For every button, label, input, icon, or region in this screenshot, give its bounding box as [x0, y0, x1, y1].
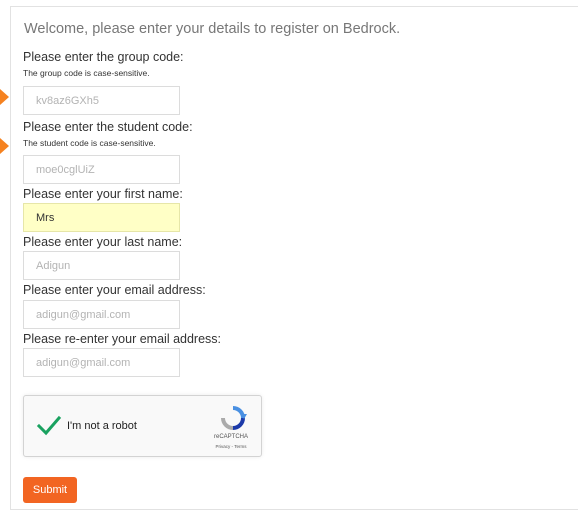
last-name-label: Please enter your last name:: [23, 235, 183, 249]
group-code-input[interactable]: [23, 86, 180, 115]
email-label: Please enter your email address:: [23, 283, 206, 297]
group-code-hint: The group code is case-sensitive.: [23, 68, 150, 78]
first-name-input[interactable]: [23, 203, 180, 232]
last-name-input[interactable]: [23, 251, 180, 280]
student-code-label: Please enter the student code:: [23, 120, 193, 134]
email-input[interactable]: [23, 300, 180, 329]
recaptcha-terms-link[interactable]: Privacy - Terms: [202, 444, 260, 449]
student-code-hint: The student code is case-sensitive.: [23, 138, 156, 148]
pointer-arrow-icon: [0, 138, 9, 154]
first-name-label: Please enter your first name:: [23, 187, 183, 201]
recaptcha-label: I'm not a robot: [67, 420, 137, 432]
recaptcha-logo-icon: [221, 406, 247, 430]
email-confirm-input[interactable]: [23, 348, 180, 377]
group-code-label: Please enter the group code:: [23, 50, 184, 64]
submit-button[interactable]: Submit: [23, 477, 77, 503]
student-code-input[interactable]: [23, 155, 180, 184]
pointer-arrow-icon: [0, 89, 9, 105]
checkmark-icon[interactable]: [36, 413, 62, 439]
recaptcha-widget: I'm not a robot reCAPTCHA Privacy - Term…: [23, 395, 262, 457]
welcome-heading: Welcome, please enter your details to re…: [24, 21, 401, 37]
recaptcha-brand: reCAPTCHA: [213, 434, 248, 440]
email-confirm-label: Please re-enter your email address:: [23, 332, 222, 346]
